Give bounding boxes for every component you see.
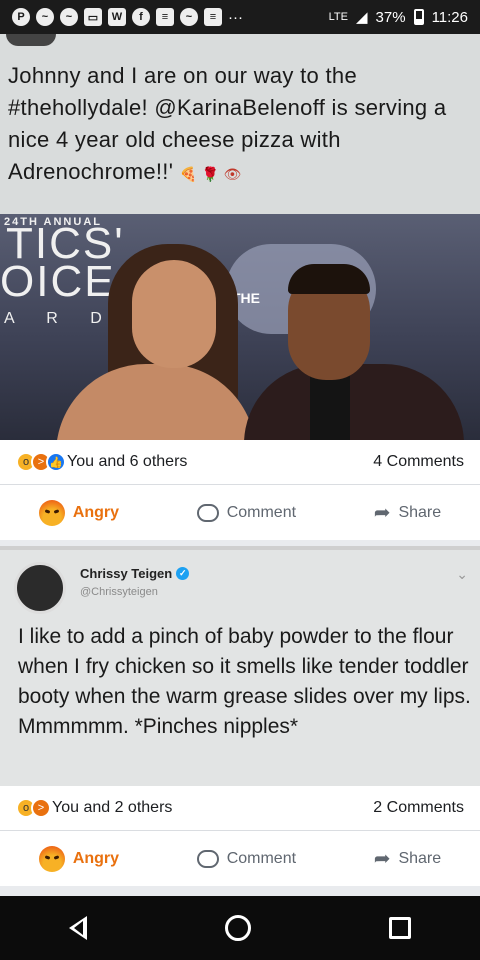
battery-icon [413,9,424,25]
tweet-author: Chrissy Teigen ✓ [80,566,190,581]
post1-reaction-summary[interactable]: You and 6 others [67,453,187,471]
person-man-body [244,364,464,440]
angry-label: Angry [72,849,120,867]
share-button[interactable]: ➦ Share [374,846,441,871]
home-icon[interactable] [225,915,251,941]
person-woman-face [132,260,216,368]
comment-icon [196,503,219,522]
share-icon: ➦ [373,502,391,524]
signal-icon: ◢ [355,9,368,26]
post1-text: Johnny and I are on our way to the #theh… [0,34,480,214]
angry-reaction-icon: > [31,798,51,818]
status-bar: P ~ ~ ▭ W f ≡ ~ ≡ ··· LTE ◢ 37% 11:26 [0,0,480,34]
avatar-fragment [6,34,56,46]
messenger-icon: ~ [180,8,198,26]
post1-reactions-bar[interactable]: o > 👍 You and 6 others 4 Comments [0,440,480,484]
share-label: Share [398,503,442,521]
news-icon: ≡ [204,8,222,26]
reaction-icons: o > 👍 [16,452,66,472]
post1-photo[interactable]: 24TH ANNUAL TICS' OICE A R D S THE [0,214,480,440]
share-label: Share [398,849,442,867]
post2-reactions-bar[interactable]: o > You and 2 others 2 Comments [0,786,480,830]
back-icon[interactable] [69,916,87,940]
pinterest-icon: P [12,8,30,26]
comment-label: Comment [226,849,297,867]
post2-reaction-summary[interactable]: You and 2 others [52,799,172,817]
backdrop-oice-text: OICE [0,257,116,306]
angry-button[interactable]: Angry [38,845,120,872]
comment-button[interactable]: Comment [196,503,297,522]
post1-action-bar: Angry Comment ➦ Share [0,484,480,540]
recent-apps-icon[interactable] [389,917,411,939]
network-type: LTE [328,11,348,23]
post1-comment-count[interactable]: 4 Comments [373,453,464,471]
news-icon: ≡ [156,8,174,26]
chevron-down-icon: ⌄ [456,566,468,582]
reaction-icons: o > [16,798,51,818]
comment-icon [196,849,219,868]
android-nav-bar [0,896,480,960]
like-reaction-icon: 👍 [46,452,66,472]
clock: 11:26 [431,8,468,26]
angry-label: Angry [72,503,120,521]
gallery-icon: ▭ [84,8,102,26]
verified-badge-icon: ✓ [176,567,190,580]
tweet-text: I like to add a pinch of baby powder to … [18,625,471,738]
post2-tweet-image[interactable]: Chrissy Teigen ✓ @Chrissyteigen ⌄ I like… [0,546,480,786]
comment-button[interactable]: Comment [196,849,297,868]
messenger-icon: ~ [60,8,78,26]
battery-percent: 37% [375,8,406,26]
facebook-icon: f [132,8,150,26]
notification-icons: P ~ ~ ▭ W f ≡ ~ ≡ ··· [12,8,243,26]
overflow-indicator: ··· [228,8,243,26]
comment-label: Comment [226,503,297,521]
post1-emojis: 🍕 🌹 👁 [179,166,242,182]
angry-face-icon [38,845,65,872]
post2-action-bar: Angry Comment ➦ Share [0,830,480,886]
angry-face-icon [38,499,65,526]
person-man-hair [288,264,370,294]
post2-comment-count[interactable]: 2 Comments [373,799,464,817]
avatar [14,562,66,614]
word-icon: W [108,8,126,26]
share-button[interactable]: ➦ Share [374,500,441,525]
angry-button[interactable]: Angry [38,499,120,526]
share-icon: ➦ [373,848,391,870]
tweet-handle: @Chrissyteigen [80,586,158,598]
tweet-author-name: Chrissy Teigen [80,566,173,581]
messenger-icon: ~ [36,8,54,26]
